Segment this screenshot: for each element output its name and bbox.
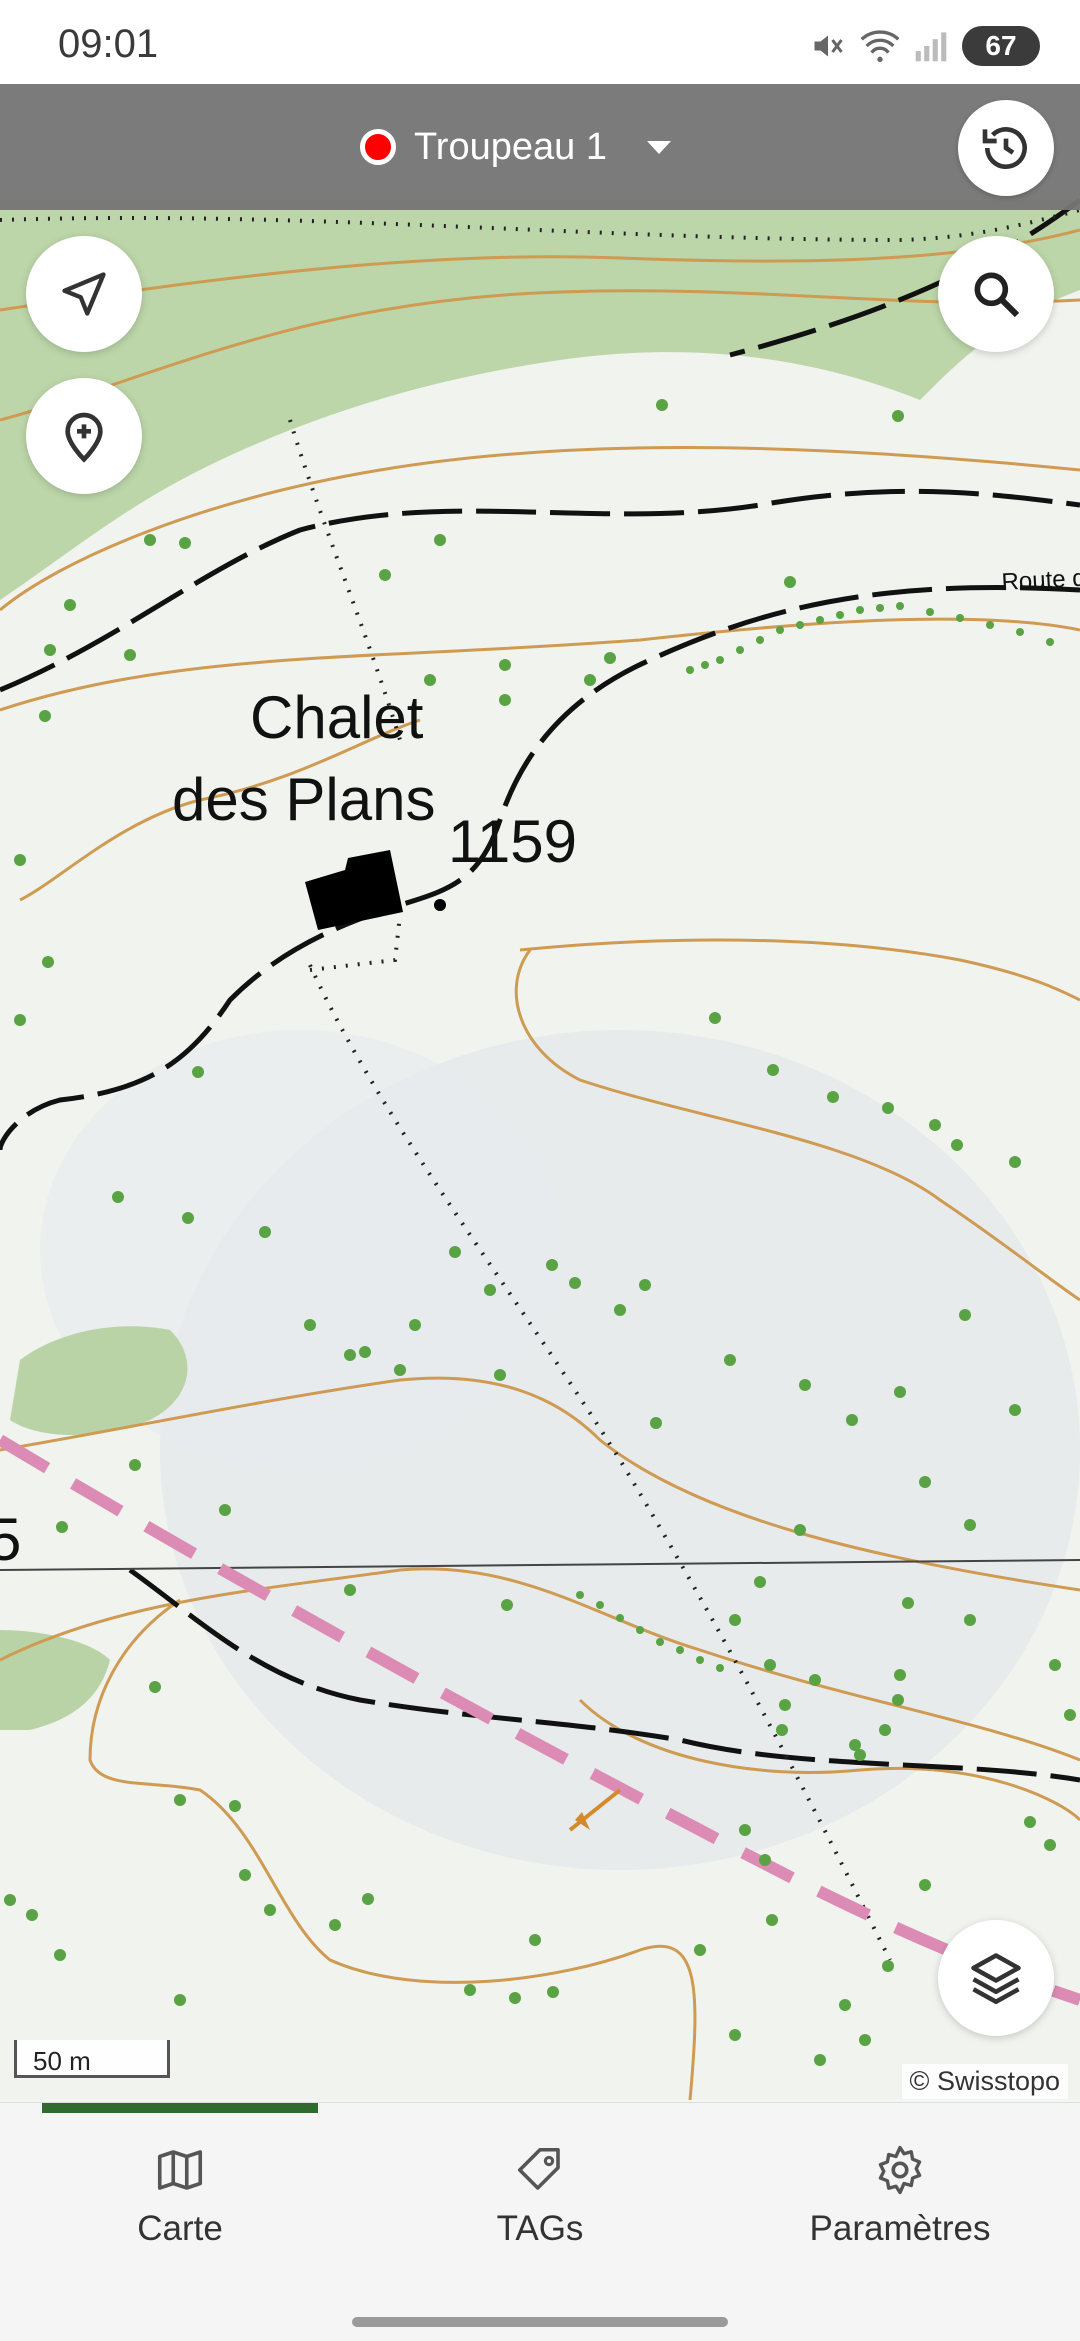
search-button[interactable]: [938, 236, 1054, 352]
navigation-arrow-icon: [62, 272, 106, 316]
elevation-label: 1159: [448, 808, 577, 875]
nav-label-carte: Carte: [137, 2209, 223, 2248]
status-bar: 09:01 67: [0, 0, 1080, 84]
layers-button[interactable]: [938, 1920, 1054, 2036]
gesture-bar[interactable]: [352, 2317, 728, 2327]
status-time: 09:01: [58, 22, 159, 66]
nav-label-tags: TAGs: [496, 2209, 584, 2248]
add-marker-button[interactable]: [26, 378, 142, 494]
nav-label-parametres: Paramètres: [809, 2209, 991, 2248]
map-attribution: © Swisstopo: [901, 2064, 1068, 2099]
history-icon: [982, 127, 1027, 170]
locate-button[interactable]: [26, 236, 142, 352]
battery-indicator: 67: [962, 26, 1040, 66]
nav-item-parametres[interactable]: Paramètres: [750, 2143, 1050, 2273]
layers-icon: [971, 1953, 1021, 2004]
signal-icon: [915, 32, 947, 62]
nav-item-carte[interactable]: Carte: [30, 2143, 330, 2273]
topographic-map[interactable]: Chalet des Plans 1159 Route d 5: [0, 0, 1080, 2100]
herd-name: Troupeau 1: [414, 125, 607, 168]
herd-color-dot: [360, 129, 396, 165]
herd-header: Troupeau 1: [0, 84, 1080, 210]
status-icons: 67: [810, 26, 1040, 66]
mute-icon: [814, 35, 843, 57]
side-label: 5: [0, 1506, 21, 1573]
battery-level: 67: [985, 30, 1017, 61]
place-name-line2: des Plans: [172, 766, 436, 833]
active-tab-indicator: [42, 2103, 318, 2113]
history-button[interactable]: [958, 100, 1054, 196]
bottom-navigation: Carte TAGs Paramètres: [0, 2102, 1080, 2341]
search-icon: [974, 272, 1020, 318]
scale-label: 50 m: [33, 2046, 91, 2076]
place-name-line1: Chalet: [250, 684, 424, 751]
wifi-icon: [860, 30, 900, 62]
map-icon: [157, 2150, 203, 2190]
map-scale: 50 m: [14, 2040, 170, 2078]
add-location-icon: [65, 412, 103, 463]
tag-icon: [517, 2147, 560, 2190]
herd-selector[interactable]: Troupeau 1: [360, 112, 671, 182]
gear-icon: [878, 2145, 922, 2195]
nav-item-tags[interactable]: TAGs: [390, 2143, 690, 2273]
road-label: Route d: [1001, 565, 1080, 596]
chevron-down-icon: [646, 140, 671, 154]
